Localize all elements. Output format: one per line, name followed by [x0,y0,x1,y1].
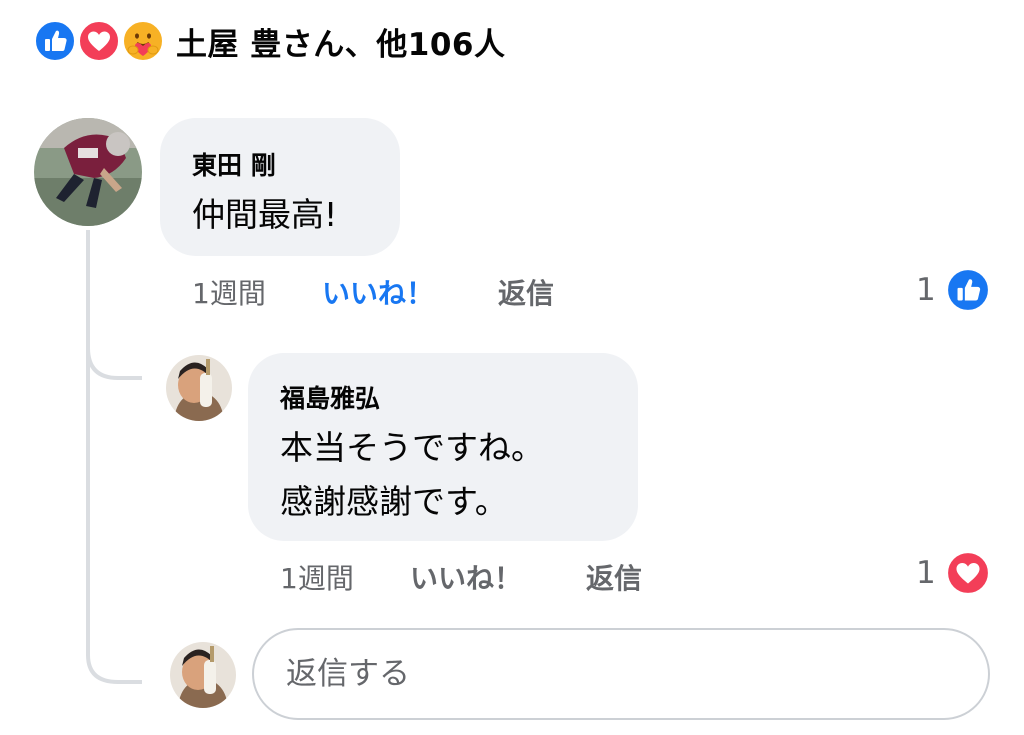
comment-text-line-2: 感謝感謝です。 [280,482,508,521]
comment-author[interactable]: 福島雅弘 [280,379,380,415]
avatar-photo-person [166,355,232,421]
like-icon[interactable] [946,268,990,316]
reply-input-placeholder: 返信する [286,656,410,692]
reaction-count[interactable]: 1 [916,272,936,308]
comment-timestamp[interactable]: 1週間 [192,272,266,312]
avatar[interactable] [34,118,142,226]
current-user-avatar[interactable] [170,642,236,708]
reply-input[interactable]: 返信する [252,628,990,720]
comment-author[interactable]: 東田 剛 [192,146,276,182]
reaction-count[interactable]: 1 [916,555,936,591]
avatar-photo-football [34,118,142,226]
love-icon [78,20,120,66]
comment-text: 仲間最高! [192,195,338,234]
thread-line [86,230,142,684]
like-button[interactable]: いいね！ [322,272,434,312]
reaction-icons [34,20,166,62]
care-icon [122,20,164,66]
comment-bubble: 東田 剛 仲間最高! [160,118,400,256]
like-button[interactable]: いいね！ [410,557,522,597]
reply-button[interactable]: 返信 [498,272,554,312]
avatar-photo-person [170,642,236,708]
comment-text-line-1: 本当そうですね。 [280,428,544,467]
comment-timestamp[interactable]: 1週間 [280,557,354,597]
reactions-summary[interactable]: 土屋 豊さん、他106人 [34,19,506,64]
avatar[interactable] [166,355,232,421]
reactions-summary-text[interactable]: 土屋 豊さん、他106人 [176,19,506,64]
comment-bubble: 福島雅弘 本当そうですね。 感謝感謝です。 [248,353,638,541]
love-icon[interactable] [946,551,990,599]
like-icon [34,20,76,66]
reply-button[interactable]: 返信 [586,557,642,597]
